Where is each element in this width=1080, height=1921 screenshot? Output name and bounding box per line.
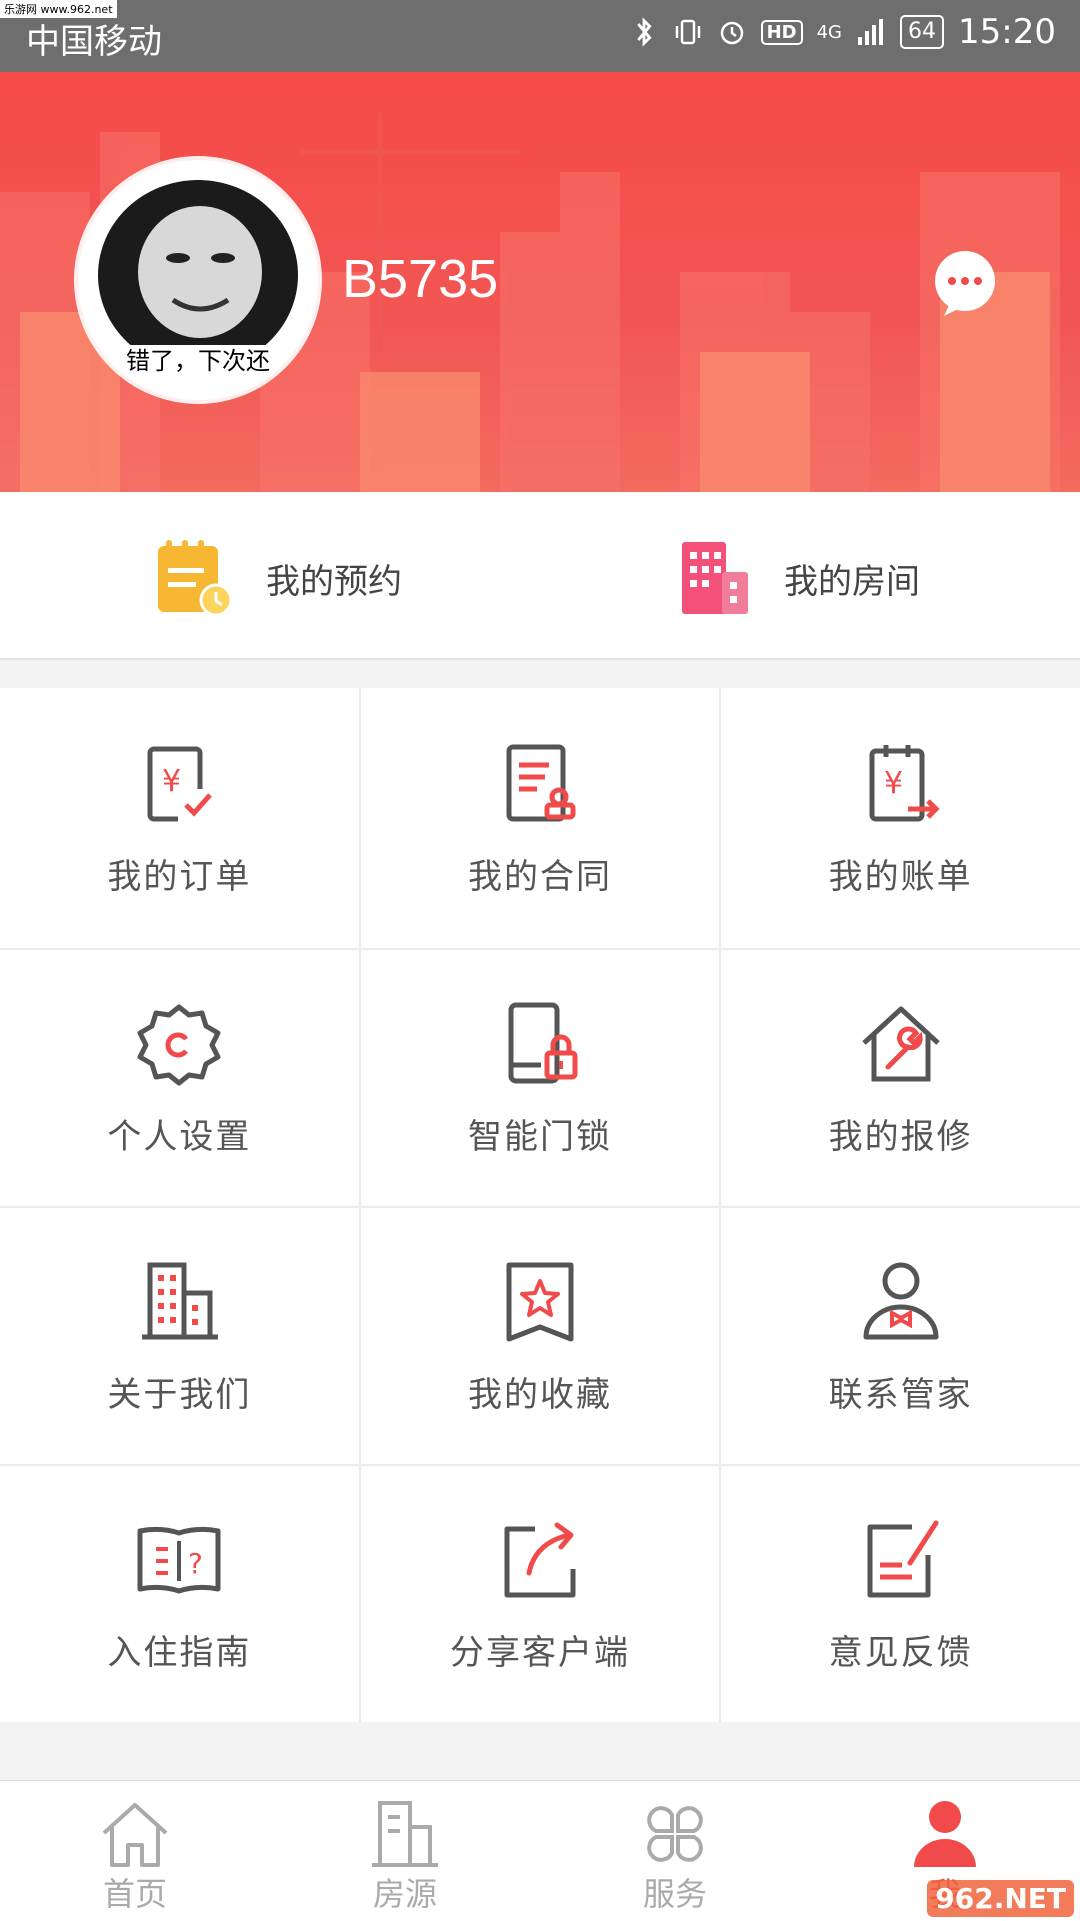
grid-item-label: 入住指南: [107, 1632, 252, 1673]
guide-book-icon: ?: [137, 1526, 221, 1593]
grid-item-label: 意见反馈: [828, 1632, 973, 1673]
svg-text:¥: ¥: [162, 764, 181, 799]
grid-item-label: 我的报修: [828, 1116, 973, 1157]
grid-item-feedback[interactable]: 意见反馈: [721, 1466, 1080, 1722]
avatar[interactable]: 错了，下次还: [78, 160, 318, 400]
house-wrench-icon: [861, 1006, 940, 1081]
gear-icon: [137, 1004, 221, 1085]
order-yen-check-icon: ¥: [147, 746, 213, 821]
grid-item-my-repairs[interactable]: 我的报修: [721, 950, 1080, 1206]
nav-label: 首页: [102, 1875, 167, 1913]
grid-item-about-us[interactable]: 关于我们: [0, 1208, 359, 1464]
shortcut-label: 我的房间: [784, 561, 920, 602]
vibrate-icon: [675, 19, 700, 45]
svg-text:¥: ¥: [884, 766, 903, 801]
carrier-label: 中国移动: [26, 22, 162, 62]
person-icon: [914, 1801, 976, 1867]
battery-indicator: 64: [900, 15, 945, 49]
grid-item-label: 我的收藏: [467, 1374, 612, 1415]
grid-item-label: 联系管家: [828, 1374, 973, 1415]
building-icon: [682, 542, 748, 614]
avatar-caption: 错了，下次还: [126, 347, 270, 375]
shortcut-my-room[interactable]: 我的房间: [672, 538, 920, 618]
bill-yen-arrow-icon: ¥: [869, 744, 940, 821]
grid-item-personal-settings[interactable]: 个人设置: [0, 950, 359, 1206]
grid-clover-icon: [647, 1806, 703, 1862]
grid-item-label: 智能门锁: [467, 1116, 612, 1157]
contract-seal-icon: [506, 744, 576, 821]
grid-item-my-bills[interactable]: ¥ 我的账单: [721, 688, 1080, 948]
grid-item-my-contract[interactable]: 我的合同: [360, 688, 720, 948]
shortcut-bar: 我的预约 我的房间: [0, 492, 1080, 660]
grid-item-label: 分享客户端: [449, 1632, 630, 1673]
grid-item-share-app[interactable]: 分享客户端: [360, 1466, 720, 1722]
nav-label: 服务: [642, 1875, 707, 1913]
network-label: 4G: [816, 21, 843, 43]
office-building-icon: [142, 1262, 219, 1339]
grid-item-label: 我的订单: [107, 856, 252, 897]
home-icon: [102, 1803, 168, 1867]
grid-item-label: 我的账单: [828, 856, 973, 897]
bluetooth-icon: [636, 17, 652, 47]
grid-item-contact-butler[interactable]: 联系管家: [721, 1208, 1080, 1464]
nav-listings[interactable]: 房源: [270, 1781, 540, 1921]
username: B5735: [342, 249, 499, 309]
calendar-clock-icon: [158, 540, 233, 617]
butler-icon: [863, 1262, 939, 1339]
svg-text:?: ?: [188, 1547, 203, 1580]
watermark: 962.NET: [927, 1880, 1074, 1917]
phone-lock-icon: [508, 1002, 578, 1083]
star-bookmark-icon: [506, 1262, 574, 1341]
nav-home[interactable]: 首页: [0, 1781, 270, 1921]
clock: 15:20: [958, 12, 1056, 52]
shortcut-label: 我的预约: [266, 561, 402, 602]
profile-banner: 错了，下次还 B5735: [0, 72, 1080, 492]
grid-item-checkin-guide[interactable]: ? 入住指南: [0, 1466, 359, 1722]
nav-services[interactable]: 服务: [540, 1781, 810, 1921]
feature-grid: ¥ 我的订单 我的合同 ¥ 我的账单 个人设置 智能门锁 我的报修 关于我们 我…: [0, 688, 1080, 1722]
building-outline-icon: [372, 1801, 438, 1867]
nav-label: 房源: [372, 1875, 437, 1913]
signal-icon: [858, 19, 884, 45]
hd-badge: HD: [760, 19, 803, 45]
grid-item-label: 我的合同: [467, 856, 612, 897]
alarm-icon: [720, 21, 743, 45]
status-bar: 乐游网 www.962.net 中国移动 HD 4G 64 15:20: [0, 0, 1080, 72]
shortcut-my-reservation[interactable]: 我的预约: [154, 538, 402, 618]
share-arrow-icon: [504, 1522, 576, 1597]
message-icon[interactable]: [930, 248, 1000, 318]
feedback-pen-icon: [867, 1520, 939, 1597]
grid-item-label: 关于我们: [107, 1374, 252, 1415]
grid-item-label: 个人设置: [107, 1116, 252, 1157]
bottom-navigation: 首页 房源 服务 我 962.NET: [0, 1780, 1080, 1921]
grid-item-my-orders[interactable]: ¥ 我的订单: [0, 688, 359, 948]
grid-item-smart-lock[interactable]: 智能门锁: [360, 950, 720, 1206]
grid-item-my-favorites[interactable]: 我的收藏: [360, 1208, 720, 1464]
